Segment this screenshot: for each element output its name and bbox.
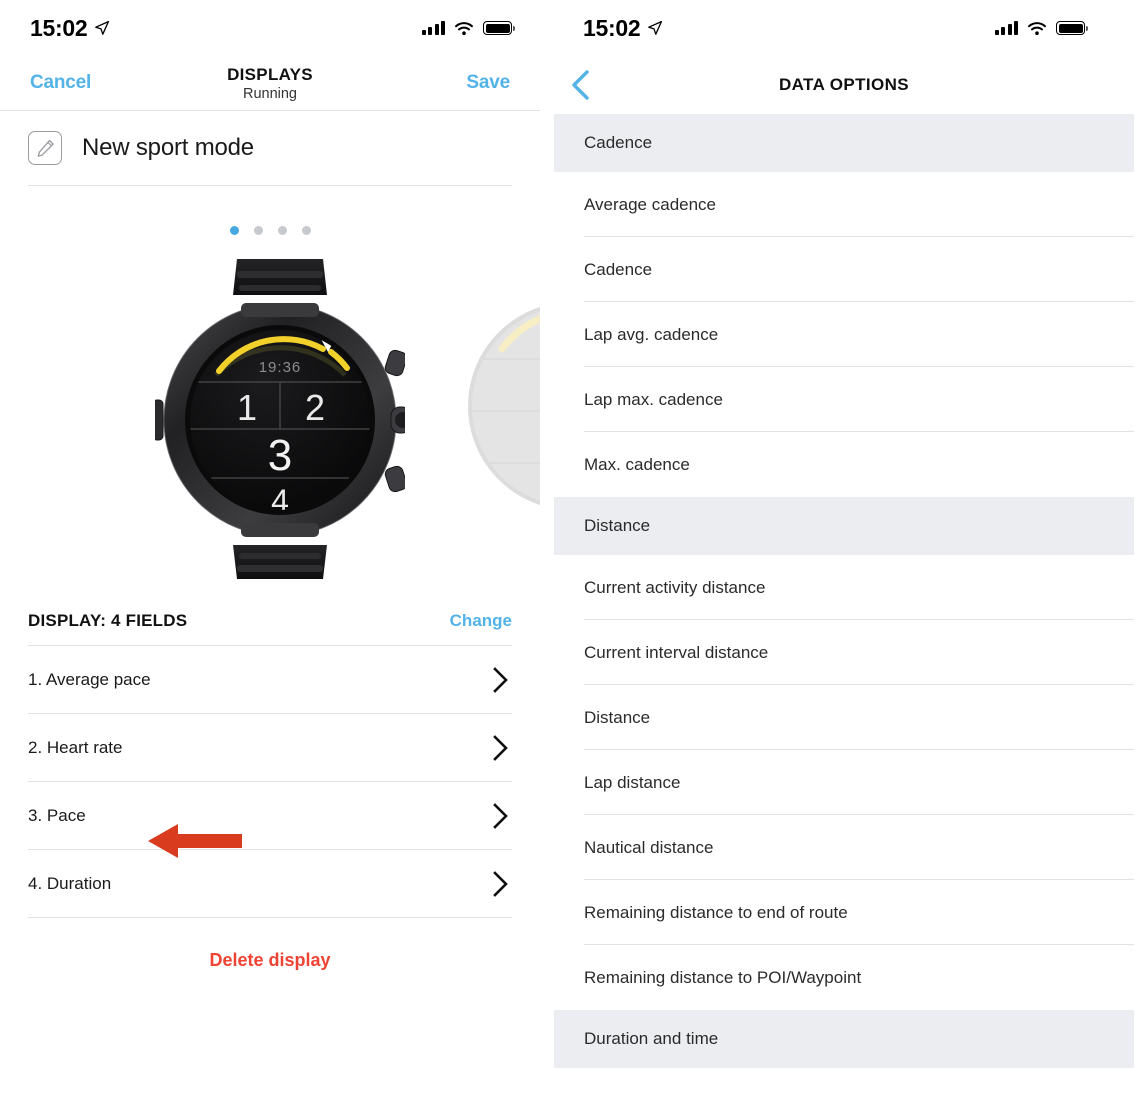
page-dot-4[interactable] bbox=[301, 226, 311, 235]
field-row-2[interactable]: 2. Heart rate bbox=[0, 714, 540, 781]
field-label-2: 2. Heart rate bbox=[28, 737, 123, 757]
option-item-label: Current interval distance bbox=[584, 642, 769, 662]
battery-full-icon bbox=[483, 21, 515, 35]
chevron-right-icon bbox=[493, 802, 508, 829]
wifi-icon bbox=[1028, 21, 1046, 35]
sport-mode-name-row[interactable]: New sport mode bbox=[0, 111, 540, 185]
location-arrow-icon bbox=[95, 20, 110, 35]
watch-preview-secondary[interactable]: 19: 1 3 5 bbox=[452, 301, 540, 511]
field-row-4[interactable]: 4. Duration bbox=[0, 850, 540, 917]
watch-field-3: 3 bbox=[268, 431, 292, 480]
option-item-current-activity-distance[interactable]: Current activity distance bbox=[554, 555, 1134, 620]
option-item-label: Distance bbox=[584, 707, 651, 727]
watch-field-1: 1 bbox=[237, 387, 257, 428]
option-item-remaining-distance-poi[interactable]: Remaining distance to POI/Waypoint bbox=[554, 945, 1134, 1010]
page-dot-3[interactable] bbox=[277, 226, 287, 235]
watch-preview-primary[interactable]: 19:36 1 2 3 4 SUUNTO bbox=[155, 255, 405, 581]
option-item-label: Max. cadence bbox=[584, 454, 690, 474]
displays-screen: 15:02 Cancel DISPLAYS Running Save New s… bbox=[0, 0, 540, 1106]
page-dot-2[interactable] bbox=[253, 226, 263, 235]
option-item-label: Lap avg. cadence bbox=[584, 324, 719, 344]
field-label-3: 3. Pace bbox=[28, 805, 86, 825]
option-item-current-interval-distance[interactable]: Current interval distance bbox=[554, 620, 1134, 685]
status-bar-right-group bbox=[421, 21, 515, 36]
field-label-1: 1. Average pace bbox=[28, 669, 151, 689]
option-item-max-cadence[interactable]: Max. cadence bbox=[554, 432, 1134, 497]
page-title: DATA OPTIONS bbox=[778, 75, 910, 94]
status-time: 15:02 bbox=[583, 14, 641, 41]
status-bar-left: 15:02 bbox=[0, 0, 540, 56]
display-section-header: DISPLAY: 4 FIELDS Change bbox=[0, 583, 540, 645]
option-item-label: Nautical distance bbox=[584, 837, 714, 857]
chevron-right-icon bbox=[493, 734, 508, 761]
page-indicator-dots[interactable] bbox=[0, 186, 540, 253]
option-item-distance[interactable]: Distance bbox=[554, 685, 1134, 750]
status-bar-right-right-group bbox=[994, 21, 1088, 36]
sport-mode-name: New sport mode bbox=[82, 134, 254, 161]
option-item-lap-distance[interactable]: Lap distance bbox=[554, 750, 1134, 815]
option-item-label: Remaining distance to end of route bbox=[584, 902, 848, 922]
location-arrow-icon bbox=[648, 20, 663, 35]
option-item-label: Remaining distance to POI/Waypoint bbox=[584, 967, 862, 987]
pencil-edit-icon[interactable] bbox=[28, 131, 62, 165]
delete-display-button[interactable]: Delete display bbox=[0, 918, 540, 971]
option-item-label: Cadence bbox=[584, 259, 653, 279]
nav-title-block: DISPLAYS Running bbox=[0, 65, 540, 102]
dual-screen-container: 15:02 Cancel DISPLAYS Running Save New s… bbox=[0, 0, 1147, 1106]
data-options-screen: 15:02 DATA OPTIONS Cadence Average caden… bbox=[540, 0, 1147, 1106]
status-time: 15:02 bbox=[30, 14, 88, 41]
option-item-nautical-distance[interactable]: Nautical distance bbox=[554, 815, 1134, 880]
status-bar-left-group: 15:02 bbox=[30, 15, 110, 42]
display-section-title: DISPLAY: 4 FIELDS bbox=[28, 611, 188, 630]
chevron-right-icon bbox=[493, 666, 508, 693]
battery-full-icon bbox=[1056, 21, 1088, 35]
option-item-lap-max-cadence[interactable]: Lap max. cadence bbox=[554, 367, 1134, 432]
option-group-label: Cadence bbox=[584, 133, 653, 152]
option-group-cadence: Cadence bbox=[554, 114, 1134, 172]
watch-preview-carousel[interactable]: 19:36 1 2 3 4 SUUNTO bbox=[0, 253, 540, 583]
option-item-label: Average cadence bbox=[584, 194, 717, 214]
option-item-remaining-distance-route[interactable]: Remaining distance to end of route bbox=[554, 880, 1134, 945]
status-bar-right-left-group: 15:02 bbox=[583, 15, 663, 42]
page-subtitle: Running bbox=[242, 85, 297, 102]
option-item-lap-avg-cadence[interactable]: Lap avg. cadence bbox=[554, 302, 1134, 367]
option-item-cadence[interactable]: Cadence bbox=[554, 237, 1134, 302]
cellular-signal-icon bbox=[994, 21, 1018, 35]
option-group-label: Distance bbox=[584, 516, 651, 535]
status-bar-right: 15:02 bbox=[541, 0, 1147, 56]
option-item-label: Lap distance bbox=[584, 772, 681, 792]
option-item-label: Lap max. cadence bbox=[584, 389, 723, 409]
field-label-4: 4. Duration bbox=[28, 873, 112, 893]
option-group-duration-and-time: Duration and time bbox=[554, 1010, 1134, 1068]
data-options-list[interactable]: Cadence Average cadence Cadence Lap avg.… bbox=[541, 114, 1147, 1068]
field-row-3[interactable]: 3. Pace bbox=[0, 782, 540, 849]
option-item-label: Current activity distance bbox=[584, 577, 766, 597]
change-button[interactable]: Change bbox=[450, 611, 512, 631]
watch-field-2: 2 bbox=[305, 387, 325, 428]
field-row-1[interactable]: 1. Average pace bbox=[0, 646, 540, 713]
watch-time: 19:36 bbox=[259, 359, 302, 376]
option-item-average-cadence[interactable]: Average cadence bbox=[554, 172, 1134, 237]
nav-bar-right: DATA OPTIONS bbox=[541, 56, 1147, 114]
nav-bar-left: Cancel DISPLAYS Running Save bbox=[0, 56, 540, 110]
chevron-right-icon bbox=[493, 870, 508, 897]
page-dot-1[interactable] bbox=[229, 226, 239, 235]
cellular-signal-icon bbox=[421, 21, 445, 35]
option-group-label: Duration and time bbox=[584, 1029, 719, 1048]
page-title: DISPLAYS bbox=[227, 64, 313, 84]
option-group-distance: Distance bbox=[554, 497, 1134, 555]
wifi-icon bbox=[455, 21, 473, 35]
